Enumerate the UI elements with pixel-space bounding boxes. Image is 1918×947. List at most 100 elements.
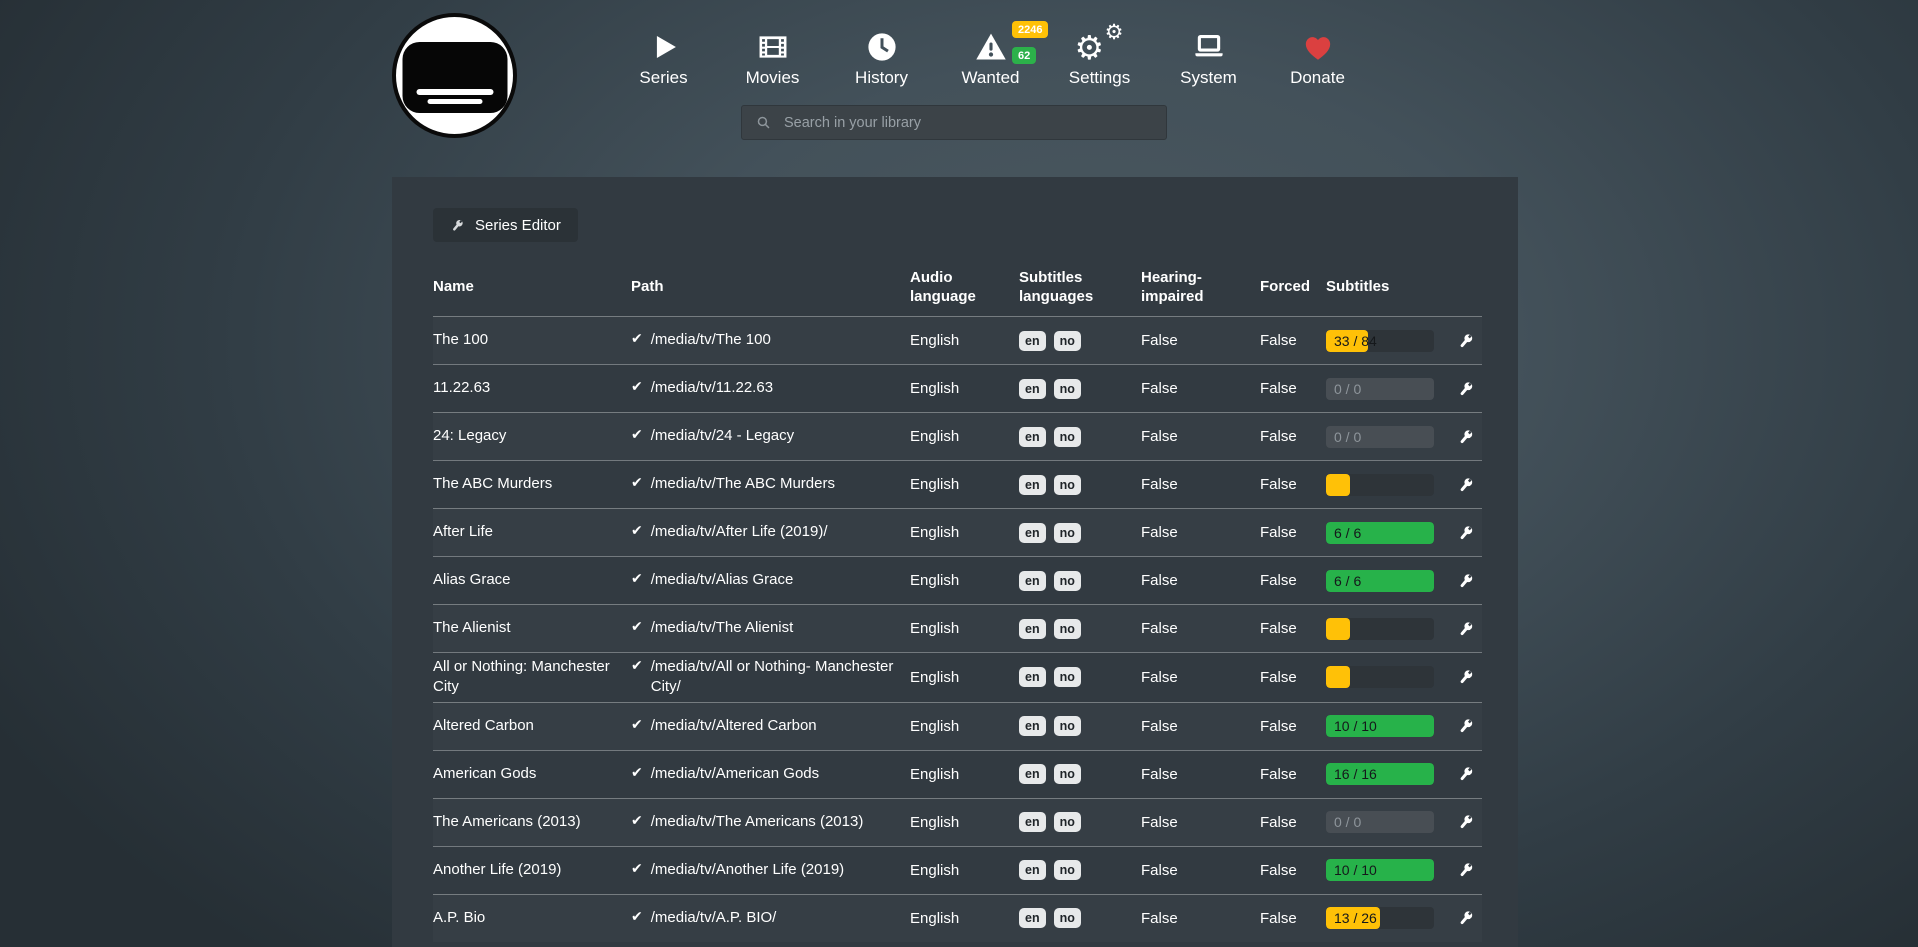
series-name-cell: The 100 [433, 330, 631, 350]
series-name-cell: Altered Carbon [433, 716, 631, 736]
edit-wrench-icon[interactable] [1457, 765, 1475, 783]
series-path-cell: ✔/media/tv/American Gods [631, 764, 910, 784]
subtitles-languages-cell: enno [1019, 571, 1141, 591]
language-badge: en [1019, 764, 1046, 784]
hearing-impaired-cell: False [1141, 380, 1260, 397]
row-action-cell [1450, 668, 1482, 686]
header-hearing: Hearing-impaired [1141, 268, 1260, 307]
logo-subtitle-line [427, 99, 482, 105]
series-name-cell: 11.22.63 [433, 378, 631, 398]
edit-wrench-icon[interactable] [1457, 524, 1475, 542]
edit-wrench-icon[interactable] [1457, 861, 1475, 879]
series-path: /media/tv/Another Life (2019) [651, 860, 844, 880]
series-name: The Alienist [433, 618, 619, 638]
subtitles-progress-bar [1326, 474, 1434, 496]
language-badge: en [1019, 812, 1046, 832]
hearing-impaired-cell: False [1141, 766, 1260, 783]
subtitles-languages-cell: enno [1019, 812, 1141, 832]
language-badge: en [1019, 427, 1046, 447]
laptop-icon [1154, 24, 1263, 64]
edit-wrench-icon[interactable] [1457, 572, 1475, 590]
subtitles-progress-bar: 10 / 10 [1326, 715, 1434, 737]
nav-item-system[interactable]: System [1154, 24, 1263, 88]
language-badge: no [1054, 331, 1081, 351]
series-name-cell: Alias Grace [433, 570, 631, 590]
edit-wrench-icon[interactable] [1457, 717, 1475, 735]
language-badge: no [1054, 667, 1081, 687]
progress-label: 10 / 10 [1334, 859, 1377, 881]
language-badge: en [1019, 331, 1046, 351]
subtitles-languages-cell: enno [1019, 667, 1141, 687]
subtitles-progress-bar [1326, 618, 1434, 640]
edit-wrench-icon[interactable] [1457, 909, 1475, 927]
table-row: The Americans (2013) ✔/media/tv/The Ameri… [433, 798, 1482, 846]
row-action-cell [1450, 813, 1482, 831]
subtitles-progress-cell: 0 / 0 [1326, 426, 1450, 448]
nav-item-donate[interactable]: Donate [1263, 24, 1372, 88]
edit-wrench-icon[interactable] [1457, 476, 1475, 494]
hearing-impaired-cell: False [1141, 620, 1260, 637]
series-name-cell: After Life [433, 522, 631, 542]
path-valid-check-icon: ✔ [631, 474, 643, 493]
search-input[interactable] [782, 114, 1166, 132]
series-name: A.P. Bio [433, 908, 619, 928]
search-icon [755, 114, 772, 131]
subtitles-progress-cell: 33 / 84 [1326, 330, 1450, 352]
subtitles-progress-cell: 16 / 16 [1326, 763, 1450, 785]
nav-item-wanted[interactable]: Wanted224662 [936, 24, 1045, 88]
header-forced: Forced [1260, 277, 1326, 297]
series-path-cell: ✔/media/tv/The Americans (2013) [631, 812, 910, 832]
language-badge: en [1019, 379, 1046, 399]
series-table: Name Path Audio language Subtitles langu… [433, 258, 1482, 942]
clock-icon [827, 24, 936, 64]
series-path-cell: ✔/media/tv/After Life (2019)/ [631, 522, 910, 542]
nav-label: Movies [718, 68, 827, 88]
row-action-cell [1450, 861, 1482, 879]
nav-item-history[interactable]: History [827, 24, 936, 88]
series-path: /media/tv/Alias Grace [651, 570, 794, 590]
edit-wrench-icon[interactable] [1457, 668, 1475, 686]
audio-language-cell: English [910, 718, 1019, 735]
nav-item-movies[interactable]: Movies [718, 24, 827, 88]
gears-icon: ⚙⚙ [1045, 24, 1154, 64]
series-path: /media/tv/The Alienist [651, 618, 794, 638]
progress-label: 0 / 0 [1334, 426, 1361, 448]
forced-cell: False [1260, 332, 1326, 349]
edit-wrench-icon[interactable] [1457, 428, 1475, 446]
series-path-cell: ✔/media/tv/11.22.63 [631, 378, 910, 398]
edit-wrench-icon[interactable] [1457, 332, 1475, 350]
audio-language-cell: English [910, 620, 1019, 637]
forced-cell: False [1260, 380, 1326, 397]
hearing-impaired-cell: False [1141, 910, 1260, 927]
progress-label: 0 / 0 [1334, 811, 1361, 833]
subtitles-progress-bar: 16 / 16 [1326, 763, 1434, 785]
language-badge: no [1054, 812, 1081, 832]
progress-fill [1326, 666, 1350, 688]
path-valid-check-icon: ✔ [631, 522, 643, 541]
table-row: The Alienist✔/media/tv/The AlienistEngli… [433, 604, 1482, 652]
subtitles-languages-cell: enno [1019, 379, 1141, 399]
series-path: /media/tv/Altered Carbon [651, 716, 817, 736]
series-path: /media/tv/A.P. BIO/ [651, 908, 777, 928]
subtitles-progress-cell: 10 / 10 [1326, 859, 1450, 881]
edit-wrench-icon[interactable] [1457, 813, 1475, 831]
language-badge: no [1054, 475, 1081, 495]
audio-language-cell: English [910, 524, 1019, 541]
edit-wrench-icon[interactable] [1457, 620, 1475, 638]
app-logo[interactable] [392, 13, 517, 138]
series-editor-button[interactable]: Series Editor [433, 208, 578, 242]
forced-cell: False [1260, 476, 1326, 493]
language-badge: no [1054, 908, 1081, 928]
series-path: /media/tv/11.22.63 [651, 378, 773, 398]
audio-language-cell: English [910, 814, 1019, 831]
series-name: American Gods [433, 764, 619, 784]
subtitles-progress-cell: 13 / 26 [1326, 907, 1450, 929]
row-action-cell [1450, 717, 1482, 735]
table-row: 11.22.63✔/media/tv/11.22.63EnglishennoFa… [433, 364, 1482, 412]
subtitles-progress-bar: 0 / 0 [1326, 811, 1434, 833]
subtitles-progress-cell [1326, 474, 1450, 496]
series-name: The Americans (2013) [433, 812, 619, 832]
nav-item-series[interactable]: Series [609, 24, 718, 88]
nav-item-settings[interactable]: ⚙⚙Settings [1045, 24, 1154, 88]
edit-wrench-icon[interactable] [1457, 380, 1475, 398]
